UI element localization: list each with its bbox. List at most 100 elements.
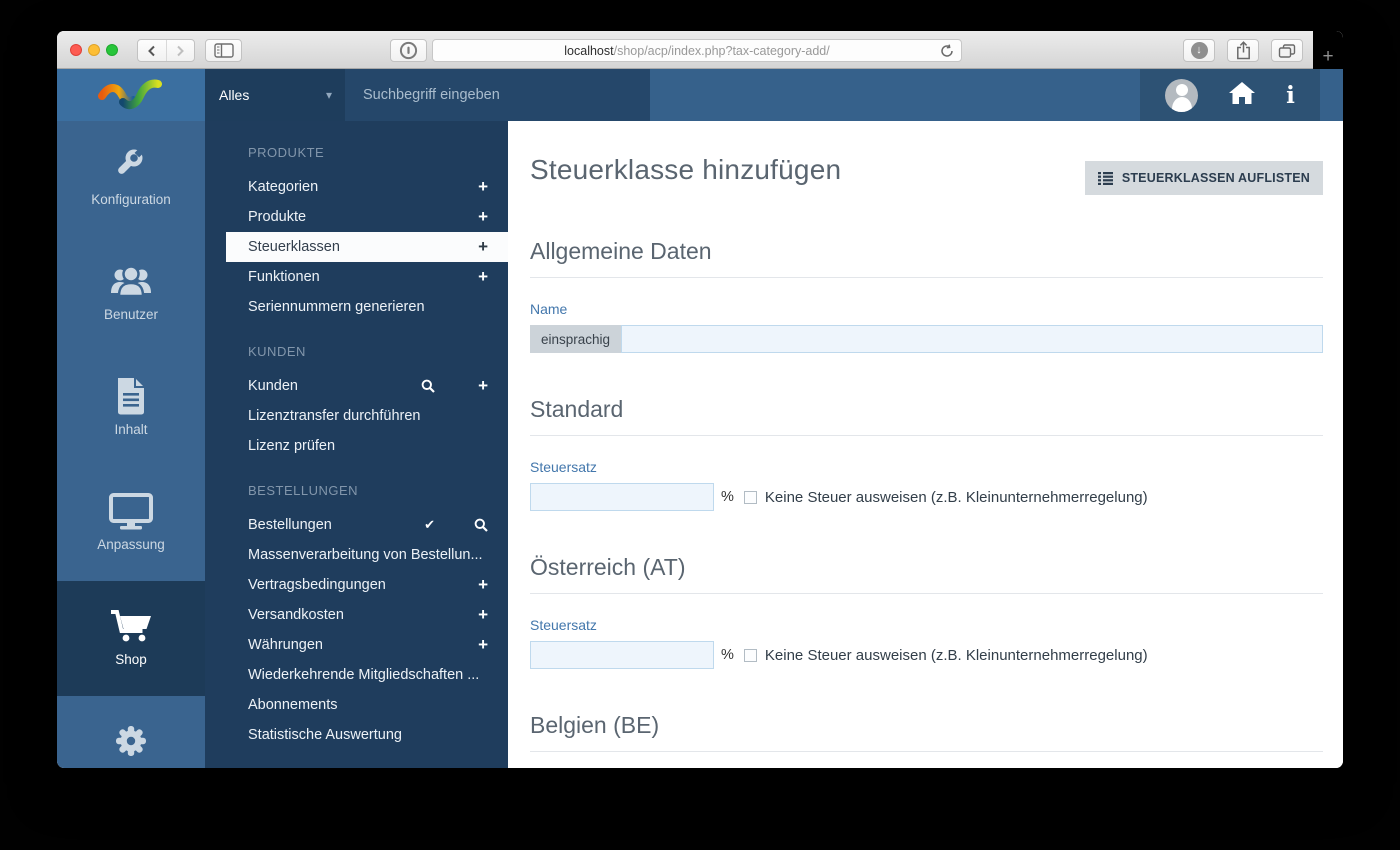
- sidebar-item-label: Inhalt: [114, 422, 147, 437]
- onepassword-extension-button[interactable]: [390, 39, 427, 62]
- user-avatar[interactable]: [1165, 79, 1198, 112]
- reload-button[interactable]: [940, 44, 954, 61]
- titlebar-right-notch: +: [1313, 31, 1343, 69]
- tax-rate-input[interactable]: [530, 483, 714, 511]
- no-tax-checkbox[interactable]: [744, 491, 757, 504]
- share-button[interactable]: [1227, 39, 1259, 62]
- address-bar[interactable]: localhost/shop/acp/index.php?tax-categor…: [432, 39, 962, 62]
- sidebar-toggle-button[interactable]: [205, 39, 242, 62]
- menu-item-kunden[interactable]: Kunden: [205, 371, 508, 401]
- tax-rate-label: Steuersatz: [530, 458, 1323, 476]
- menu-section-kunden: KUNDEN Kunden Lizenztransfer durchführen…: [205, 344, 508, 461]
- menu-item-wiederkehrende-mitgliedschaften[interactable]: Wiederkehrende Mitgliedschaften ...: [205, 660, 508, 690]
- menu-item-label: Lizenztransfer durchführen: [248, 408, 421, 424]
- zoom-window-button[interactable]: [106, 44, 118, 56]
- no-tax-checkbox-label[interactable]: Keine Steuer ausweisen (z.B. Kleinuntern…: [765, 489, 1148, 506]
- menu-item-vertragsbedingungen[interactable]: Vertragsbedingungen: [205, 570, 508, 600]
- tax-rate-label: Steuersatz: [530, 616, 1323, 634]
- tax-rate-input[interactable]: [530, 641, 714, 669]
- sidebar-item-inhalt[interactable]: Inhalt: [57, 351, 205, 466]
- name-input-group: einsprachig: [530, 325, 1323, 353]
- sidebar-item-verwaltung[interactable]: Verwaltung: [57, 696, 205, 768]
- menu-item-funktionen[interactable]: Funktionen: [205, 262, 508, 292]
- menu-item-label: Wiederkehrende Mitgliedschaften ...: [248, 667, 479, 683]
- menu-item-produkte[interactable]: Produkte: [205, 202, 508, 232]
- sidebar-item-benutzer[interactable]: Benutzer: [57, 236, 205, 351]
- list-tax-classes-button[interactable]: Steuerklassen auflisten: [1085, 161, 1323, 195]
- back-button[interactable]: [138, 40, 166, 61]
- sidebar-item-label: Benutzer: [104, 307, 158, 322]
- menu-section-title: BESTELLUNGEN: [205, 483, 508, 498]
- menu-item-label: Funktionen: [248, 269, 320, 285]
- percent-unit: %: [721, 647, 734, 663]
- share-icon: [1236, 41, 1251, 60]
- plus-icon[interactable]: [478, 630, 488, 660]
- woltlab-logo[interactable]: [57, 69, 205, 121]
- menu-item-abonnements[interactable]: Abonnements: [205, 690, 508, 720]
- menu-item-massenverarbeitung[interactable]: Massenverarbeitung von Bestellun...: [205, 540, 508, 570]
- search-scope-dropdown[interactable]: Alles: [205, 69, 345, 121]
- woltlab-wave-icon: [94, 75, 168, 115]
- new-tab-button[interactable]: +: [1322, 44, 1333, 69]
- page-title: Steuerklasse hinzufügen: [530, 151, 1085, 189]
- plus-icon[interactable]: [478, 232, 488, 262]
- plus-icon[interactable]: [478, 600, 488, 630]
- desktop-icon: [108, 490, 154, 532]
- list-button-label: Steuerklassen auflisten: [1122, 171, 1310, 185]
- home-button[interactable]: [1228, 80, 1256, 111]
- wrench-icon: [109, 145, 153, 187]
- chevron-left-icon: [146, 44, 157, 58]
- menu-item-steuerklassen[interactable]: Steuerklassen: [226, 232, 508, 262]
- section-heading-belgien: Belgien (BE): [530, 711, 1323, 752]
- menu-item-lizenztransfer[interactable]: Lizenztransfer durchführen: [205, 401, 508, 431]
- download-icon: [1191, 42, 1208, 59]
- downloads-button[interactable]: [1183, 39, 1215, 62]
- no-tax-checkbox[interactable]: [744, 649, 757, 662]
- close-window-button[interactable]: [70, 44, 82, 56]
- menu-item-statistische-auswertung[interactable]: Statistische Auswertung: [205, 720, 508, 750]
- no-tax-checkbox-label[interactable]: Keine Steuer ausweisen (z.B. Kleinuntern…: [765, 647, 1148, 664]
- menu-item-kategorien[interactable]: Kategorien: [205, 172, 508, 202]
- search-icon[interactable]: [474, 510, 488, 540]
- plus-icon[interactable]: [478, 570, 488, 600]
- percent-unit: %: [721, 489, 734, 505]
- menu-item-label: Abonnements: [248, 697, 337, 713]
- menu-item-bestellungen[interactable]: Bestellungen: [205, 510, 508, 540]
- plus-icon[interactable]: [478, 262, 488, 292]
- info-button[interactable]: [1286, 82, 1295, 109]
- gear-icon: [110, 720, 152, 762]
- menu-item-versandkosten[interactable]: Versandkosten: [205, 600, 508, 630]
- menu-item-lizenz-pruefen[interactable]: Lizenz prüfen: [205, 431, 508, 461]
- sidebar-item-konfiguration[interactable]: Konfiguration: [57, 121, 205, 236]
- plus-icon[interactable]: [478, 371, 488, 401]
- show-tabs-button[interactable]: [1271, 39, 1303, 62]
- tax-rate-row: % Keine Steuer ausweisen (z.B. Kleinunte…: [530, 483, 1323, 511]
- sidebar-icon: [214, 43, 234, 58]
- tabs-icon: [1278, 43, 1296, 59]
- minimize-window-button[interactable]: [88, 44, 100, 56]
- name-input[interactable]: [621, 325, 1323, 353]
- tax-rate-row: % Keine Steuer ausweisen (z.B. Kleinunte…: [530, 641, 1323, 669]
- menu-item-label: Produkte: [248, 209, 306, 225]
- plus-icon[interactable]: [478, 202, 488, 232]
- forward-button[interactable]: [166, 40, 195, 61]
- menu-item-seriennummern[interactable]: Seriennummern generieren: [205, 292, 508, 322]
- search-input[interactable]: [345, 87, 650, 103]
- menu-item-label: Währungen: [248, 637, 323, 653]
- menu-item-label: Vertragsbedingungen: [248, 577, 386, 593]
- file-text-icon: [114, 375, 148, 417]
- menu-item-label: Steuerklassen: [248, 239, 340, 255]
- language-prefix-badge[interactable]: einsprachig: [530, 325, 621, 353]
- menu-item-waehrungen[interactable]: Währungen: [205, 630, 508, 660]
- topbar-user-area: [1140, 69, 1320, 121]
- browser-titlebar: localhost/shop/acp/index.php?tax-categor…: [57, 31, 1343, 69]
- sidebar-item-shop[interactable]: Shop: [57, 581, 205, 696]
- sidebar-item-anpassung[interactable]: Anpassung: [57, 466, 205, 581]
- check-icon[interactable]: [424, 510, 435, 540]
- chevron-right-icon: [175, 44, 186, 58]
- shop-submenu: PRODUKTE Kategorien Produkte Steuerklass…: [205, 121, 508, 768]
- menu-item-label: Seriennummern generieren: [248, 299, 425, 315]
- plus-icon[interactable]: [478, 172, 488, 202]
- menu-section-title: KUNDEN: [205, 344, 508, 359]
- search-icon[interactable]: [421, 371, 435, 401]
